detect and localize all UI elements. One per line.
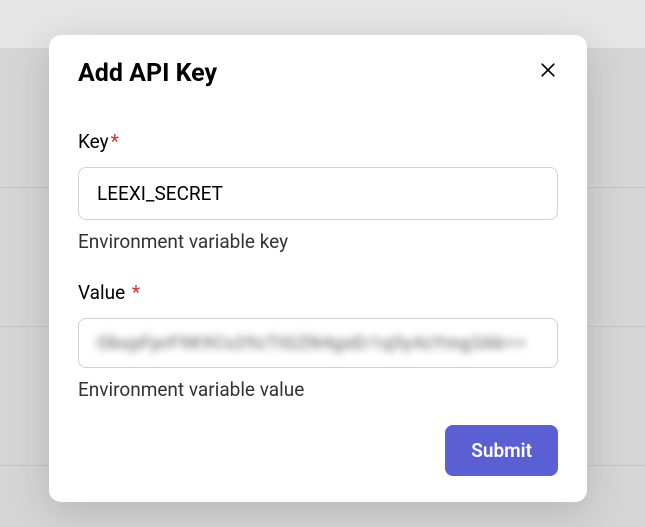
value-label-text: Value — [78, 281, 125, 304]
value-field-group: Value * ObspFprF9K9Cs29zTtGZN4gxEr1q5y4z… — [78, 281, 558, 401]
value-input[interactable]: ObspFprF9K9Cs29zTtGZN4gxEr1q5y4zYmg3Ak== — [78, 318, 558, 368]
key-field-group: Key* Environment variable key — [78, 130, 558, 253]
modal-title: Add API Key — [78, 59, 217, 88]
required-indicator: * — [132, 281, 140, 304]
value-label: Value * — [78, 281, 558, 304]
add-api-key-modal: Add API Key Key* Environment variable ke… — [49, 35, 587, 502]
masked-value-text: ObspFprF9K9Cs29zTtGZN4gxEr1q5y4zYmg3Ak== — [97, 333, 527, 354]
key-label: Key* — [78, 130, 558, 153]
key-help-text: Environment variable key — [78, 230, 558, 253]
close-button[interactable] — [534, 56, 562, 84]
key-input[interactable] — [78, 167, 558, 220]
modal-footer: Submit — [78, 425, 558, 476]
key-label-text: Key — [78, 130, 109, 153]
value-help-text: Environment variable value — [78, 378, 558, 401]
close-icon — [538, 60, 558, 80]
modal-header: Add API Key — [78, 59, 558, 88]
submit-button[interactable]: Submit — [445, 425, 558, 476]
required-indicator: * — [111, 130, 119, 153]
